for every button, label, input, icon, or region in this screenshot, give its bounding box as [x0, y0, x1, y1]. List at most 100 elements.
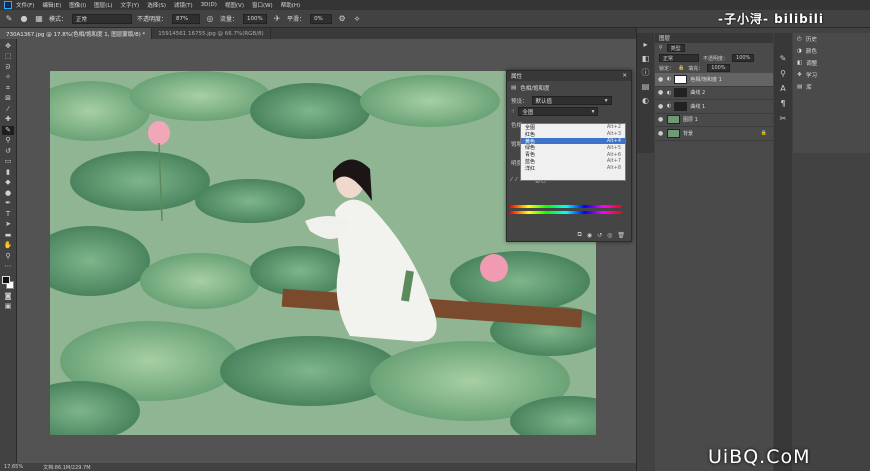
dropdown-item-cyans[interactable]: 青色 Alt+6	[521, 151, 625, 159]
visibility-icon[interactable]: ◎	[607, 232, 612, 239]
layer-mask-thumbnail[interactable]	[674, 101, 688, 111]
preset-select[interactable]: 默认值 ▾	[531, 96, 612, 105]
menu-help[interactable]: 帮助(H)	[281, 1, 300, 9]
menu-image[interactable]: 图像(I)	[69, 1, 86, 9]
properties-panel-icon[interactable]: ▤	[641, 81, 651, 91]
type-tool-icon[interactable]: T	[2, 210, 14, 219]
brush-icon[interactable]: ✎	[4, 14, 14, 24]
more-tools-icon[interactable]: ⋯	[2, 263, 14, 272]
dodge-tool-icon[interactable]: ●	[2, 189, 14, 198]
eye-icon[interactable]: ●	[658, 130, 664, 137]
eye-icon[interactable]: ●	[658, 76, 664, 83]
smooth-field[interactable]: 0%	[310, 13, 333, 24]
clone-stamp-tool-icon[interactable]: ⚲	[2, 137, 14, 146]
quick-mask-icon[interactable]: ◙	[2, 292, 14, 301]
pen-tool-icon[interactable]: ✒	[2, 200, 14, 209]
menu-select[interactable]: 选择(S)	[147, 1, 166, 9]
layer-opacity-field[interactable]: 100%	[732, 54, 755, 62]
opacity-field[interactable]: 87%	[172, 13, 201, 24]
color-panel-item[interactable]: ◑ 颜色	[793, 45, 870, 57]
libraries-panel-item[interactable]: ▤ 库	[793, 81, 870, 93]
reset-icon[interactable]: ↺	[597, 232, 602, 239]
layer-name[interactable]: 背景	[683, 130, 693, 137]
eraser-tool-icon[interactable]: ▭	[2, 158, 14, 167]
mode-select[interactable]: 正常	[72, 13, 133, 24]
menu-type[interactable]: 文字(Y)	[121, 1, 140, 9]
tab-document-2[interactable]: 15914561 16755.jpg @ 66.7%(RGB/8)	[152, 28, 271, 39]
layer-name[interactable]: 色相/饱和度 1	[690, 76, 721, 83]
menu-layer[interactable]: 图层(L)	[94, 1, 112, 9]
airbrush-icon[interactable]: ✈	[272, 14, 282, 24]
zoom-level[interactable]: 17.65%	[4, 464, 23, 470]
flow-field[interactable]: 100%	[243, 13, 268, 24]
fill-field[interactable]: 100%	[707, 64, 730, 72]
crop-tool-icon[interactable]: ⌗	[2, 84, 14, 93]
layer-thumbnail[interactable]	[667, 115, 680, 125]
shape-tool-icon[interactable]: ▬	[2, 231, 14, 240]
dropdown-item-blues[interactable]: 蓝色 Alt+7	[521, 158, 625, 165]
brush-tool-icon[interactable]: ✎	[2, 126, 14, 135]
frame-tool-icon[interactable]: ⊠	[2, 95, 14, 104]
hand-tool-icon[interactable]: ✋	[2, 242, 14, 251]
layer-mask-thumbnail[interactable]	[674, 74, 688, 84]
layer-row-curves-2[interactable]: ● ◐ 曲线 2	[655, 87, 773, 100]
eye-icon[interactable]: ●	[658, 103, 664, 110]
view-previous-icon[interactable]: ◉	[587, 232, 592, 239]
menu-window[interactable]: 窗口(W)	[252, 1, 273, 9]
color-swatches[interactable]	[2, 276, 14, 290]
menu-3d[interactable]: 3D(D)	[201, 2, 217, 8]
pressure-opacity-icon[interactable]: ◎	[205, 14, 215, 24]
tab-document-1[interactable]: 730A1367.jpg @ 17.8%(色相/饱和度 1, 图层蒙版/8) *	[0, 28, 153, 39]
history-panel-item[interactable]: ◴ 历史	[793, 33, 870, 45]
lasso-tool-icon[interactable]: ᘐ	[2, 63, 14, 72]
panel-collapse-icon[interactable]: ▸	[641, 39, 651, 49]
hand-adjust-icon[interactable]: ☝	[511, 109, 514, 115]
path-select-tool-icon[interactable]: ➤	[2, 221, 14, 230]
blend-mode-select[interactable]: 正常	[659, 54, 699, 62]
screen-mode-icon[interactable]: ▣	[2, 303, 14, 312]
paragraph-panel-icon[interactable]: ¶	[778, 98, 788, 108]
layer-name[interactable]: 曲线 2	[690, 89, 705, 96]
gradient-tool-icon[interactable]: ▮	[2, 168, 14, 177]
blur-tool-icon[interactable]: ◆	[2, 179, 14, 188]
layer-name[interactable]: 图层 1	[683, 116, 698, 123]
foreground-color-swatch[interactable]	[2, 276, 10, 284]
quick-select-tool-icon[interactable]: ✧	[2, 74, 14, 83]
dropdown-item-magentas[interactable]: 洋红 Alt+8	[521, 165, 625, 172]
layer-mask-thumbnail[interactable]	[674, 88, 688, 98]
clone-source-icon[interactable]: ⚲	[778, 68, 788, 78]
marquee-tool-icon[interactable]: ⬚	[2, 53, 14, 62]
layer-row-layer-1[interactable]: ● 图层 1	[655, 114, 773, 127]
layer-kind-filter[interactable]: 类型	[666, 44, 685, 52]
eyedropper-plus-icon[interactable]: ⁄	[516, 177, 517, 183]
eye-icon[interactable]: ●	[658, 116, 664, 123]
menu-filter[interactable]: 滤镜(T)	[174, 1, 193, 9]
layers-tab[interactable]: 图层	[655, 33, 773, 43]
channel-select[interactable]: 全图 ▾	[518, 107, 599, 116]
brush-panel-icon[interactable]: ✎	[778, 53, 788, 63]
brush-settings-icon[interactable]: ▦	[34, 14, 44, 24]
layer-row-curves-1[interactable]: ● ◐ 曲线 1	[655, 100, 773, 114]
lock-icon[interactable]: 🔒	[678, 65, 684, 71]
info-panel-icon[interactable]: ⓘ	[641, 67, 651, 77]
eye-icon[interactable]: ●	[658, 89, 664, 96]
swatches-panel-icon[interactable]: ◐	[641, 95, 651, 105]
learn-panel-item[interactable]: ❖ 学习	[793, 69, 870, 81]
symmetry-icon[interactable]: ⟡	[352, 14, 362, 24]
document-size[interactable]: 文档:86.1M/229.7M	[43, 464, 90, 471]
eyedropper-tool-icon[interactable]: ⁄	[2, 105, 14, 114]
menu-edit[interactable]: 编辑(E)	[42, 1, 61, 9]
zoom-tool-icon[interactable]: ⚲	[2, 252, 14, 261]
close-icon[interactable]: ✕	[622, 73, 627, 79]
adjustments-panel-item[interactable]: ◧ 调整	[793, 57, 870, 69]
move-tool-icon[interactable]: ✥	[2, 42, 14, 51]
dropdown-item-greens[interactable]: 绿色 Alt+5	[521, 144, 625, 152]
eyedropper-icon[interactable]: ⁄	[511, 177, 512, 183]
character-panel-icon[interactable]: A	[778, 83, 788, 93]
brush-preset-icon[interactable]: ●	[19, 14, 29, 24]
healing-tool-icon[interactable]: ✚	[2, 116, 14, 125]
dropdown-item-master[interactable]: 全图 Alt+2	[521, 124, 625, 131]
adjustments-panel-icon[interactable]: ◧	[641, 53, 651, 63]
layer-name[interactable]: 曲线 1	[690, 103, 705, 110]
properties-title-bar[interactable]: 属性 ✕	[507, 71, 631, 81]
